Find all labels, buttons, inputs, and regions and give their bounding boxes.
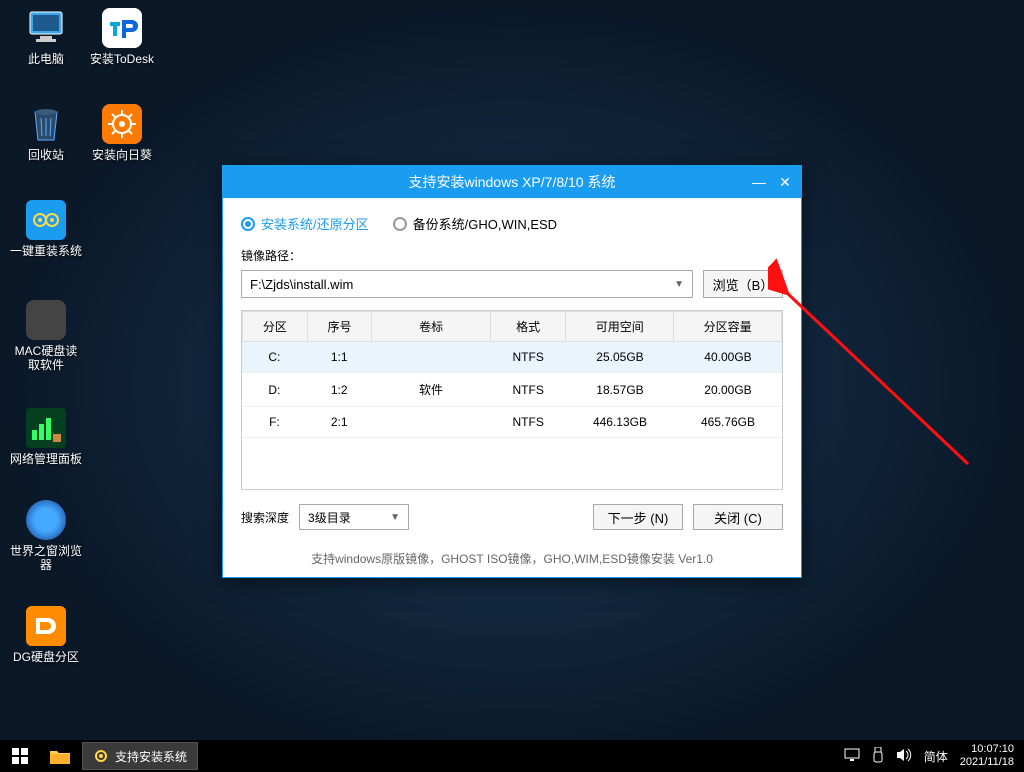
search-depth-select[interactable]: 3级目录 ▼ bbox=[299, 504, 409, 530]
tray-clock[interactable]: 10:07:10 2021/11/18 bbox=[960, 743, 1014, 769]
tray-usb-icon[interactable] bbox=[872, 747, 884, 766]
desktop-icon-label: 回收站 bbox=[10, 148, 82, 162]
search-depth-label: 搜索深度 bbox=[241, 509, 289, 526]
col-capacity: 分区容量 bbox=[674, 312, 782, 342]
desktop-icon-label: MAC硬盘读取软件 bbox=[10, 344, 82, 372]
desktop-icon-label: 此电脑 bbox=[10, 52, 82, 66]
system-tray: 简体 10:07:10 2021/11/18 bbox=[844, 743, 1024, 769]
desktop-icon-dg-partition[interactable]: DG硬盘分区 bbox=[10, 606, 82, 664]
taskbar-pinned-explorer[interactable] bbox=[40, 740, 80, 772]
desktop-icon-label: 安装ToDesk bbox=[86, 52, 158, 66]
radio-icon bbox=[393, 217, 407, 231]
desktop-icon-todesk[interactable]: 安装ToDesk bbox=[86, 8, 158, 66]
minimize-button[interactable]: — bbox=[747, 170, 771, 194]
close-window-button[interactable]: 关闭 (C) bbox=[693, 504, 783, 530]
start-button[interactable] bbox=[0, 740, 40, 772]
taskbar-item-installer[interactable]: 支持安装系统 bbox=[82, 742, 198, 770]
desktop-icon-label: 网络管理面板 bbox=[10, 452, 82, 466]
col-free: 可用空间 bbox=[566, 312, 674, 342]
gear-icon bbox=[93, 748, 109, 764]
taskbar-item-label: 支持安装系统 bbox=[115, 748, 187, 765]
image-path-label: 镜像路径： bbox=[241, 247, 783, 264]
desktop-icon-recycle-bin[interactable]: 回收站 bbox=[10, 104, 82, 162]
dropdown-icon[interactable]: ▼ bbox=[674, 279, 684, 290]
tray-ime[interactable]: 简体 bbox=[924, 748, 948, 765]
search-depth-value: 3级目录 bbox=[308, 509, 351, 526]
desktop-icon-label: 世界之窗浏览器 bbox=[10, 544, 82, 572]
desktop-icon-label: DG硬盘分区 bbox=[10, 650, 82, 664]
desktop-icon-mac-disk[interactable]: MAC硬盘读取软件 bbox=[10, 300, 82, 372]
tray-date: 2021/11/18 bbox=[960, 756, 1014, 769]
window-title: 支持安装windows XP/7/8/10 系统 bbox=[409, 172, 616, 192]
col-volume: 卷标 bbox=[372, 312, 491, 342]
image-path-value: F:\Zjds\install.wim bbox=[250, 277, 353, 292]
window-titlebar[interactable]: 支持安装windows XP/7/8/10 系统 — ✕ bbox=[223, 166, 801, 198]
col-seq: 序号 bbox=[307, 312, 372, 342]
desktop-icon-label: 安装向日葵 bbox=[86, 148, 158, 162]
table-row[interactable]: D: 1:2 软件 NTFS 18.57GB 20.00GB bbox=[242, 373, 782, 407]
desktop-icon-sunflower[interactable]: 安装向日葵 bbox=[86, 104, 158, 162]
radio-icon bbox=[241, 217, 255, 231]
radio-label: 安装系统/还原分区 bbox=[261, 214, 369, 233]
col-format: 格式 bbox=[490, 312, 565, 342]
tray-volume-icon[interactable] bbox=[896, 748, 912, 765]
table-header-row: 分区 序号 卷标 格式 可用空间 分区容量 bbox=[243, 312, 782, 342]
desktop-icon-reinstall[interactable]: 一键重装系统 bbox=[10, 200, 82, 258]
radio-label: 备份系统/GHO,WIN,ESD bbox=[413, 214, 557, 233]
table-row[interactable]: F: 2:1 NTFS 446.13GB 465.76GB bbox=[242, 407, 782, 438]
taskbar: 支持安装系统 简体 10:07:10 2021/11/18 bbox=[0, 740, 1024, 772]
next-button[interactable]: 下一步 (N) bbox=[593, 504, 683, 530]
desktop-icon-network-panel[interactable]: 网络管理面板 bbox=[10, 408, 82, 466]
col-partition: 分区 bbox=[243, 312, 308, 342]
radio-backup[interactable]: 备份系统/GHO,WIN,ESD bbox=[393, 214, 557, 233]
image-path-input[interactable]: F:\Zjds\install.wim ▼ bbox=[241, 270, 693, 298]
desktop-icon-world-browser[interactable]: 世界之窗浏览器 bbox=[10, 500, 82, 572]
desktop-icon-label: 一键重装系统 bbox=[10, 244, 82, 258]
close-button[interactable]: ✕ bbox=[773, 170, 797, 194]
footer-text: 支持windows原版镜像，GHOST ISO镜像，GHO,WIM,ESD镜像安… bbox=[241, 542, 783, 567]
dropdown-icon: ▼ bbox=[390, 512, 400, 523]
tray-network-icon[interactable] bbox=[844, 748, 860, 765]
radio-install-restore[interactable]: 安装系统/还原分区 bbox=[241, 214, 369, 233]
partition-table: 分区 序号 卷标 格式 可用空间 分区容量 C: 1:1 NTFS 25.05 bbox=[241, 310, 783, 490]
browse-button[interactable]: 浏览（B） bbox=[703, 270, 783, 298]
table-row[interactable]: C: 1:1 NTFS 25.05GB 40.00GB bbox=[242, 342, 782, 373]
installer-window: 支持安装windows XP/7/8/10 系统 — ✕ 安装系统/还原分区 备… bbox=[222, 165, 802, 578]
desktop-icon-this-pc[interactable]: 此电脑 bbox=[10, 8, 82, 66]
tray-time: 10:07:10 bbox=[960, 743, 1014, 756]
